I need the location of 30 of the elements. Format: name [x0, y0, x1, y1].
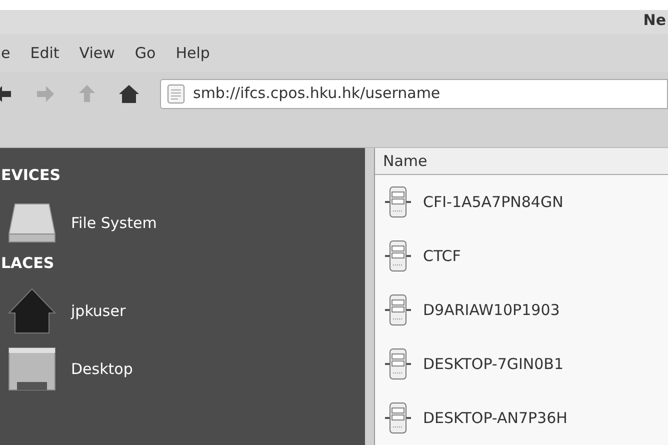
network-server-icon [383, 401, 413, 435]
document-icon [167, 84, 185, 104]
menu-item[interactable]: Help [176, 42, 210, 64]
hard-drive-icon [7, 202, 57, 244]
menu-item[interactable]: e [1, 42, 10, 64]
column-header[interactable]: Name [383, 150, 428, 172]
home-icon[interactable] [118, 82, 140, 104]
file-row[interactable]: CFI-1A5A7PN84GN [375, 175, 668, 229]
desktop-icon [7, 346, 57, 392]
menu-item[interactable]: View [79, 42, 115, 64]
location-field[interactable]: smb://ifcs.cpos.hku.hk/username [160, 78, 668, 108]
network-server-icon [383, 185, 413, 219]
pane-splitter[interactable] [365, 148, 375, 445]
network-server-icon [383, 239, 413, 273]
sidebar-item[interactable]: jpkuser [1, 282, 365, 340]
network-server-icon [383, 347, 413, 381]
window-title: Ne [643, 10, 666, 30]
house-icon [7, 287, 57, 335]
network-server-icon [383, 293, 413, 327]
file-row[interactable]: CTCF [375, 229, 668, 283]
file-row[interactable]: DESKTOP-AN7P36H [375, 391, 668, 445]
menu-item[interactable]: Go [134, 42, 156, 64]
menu-item[interactable]: Edit [30, 42, 60, 64]
sidebar-item[interactable]: Desktop [1, 340, 365, 398]
file-row[interactable]: DESKTOP-7GIN0B1 [375, 337, 668, 391]
location-text: smb://ifcs.cpos.hku.hk/username [193, 83, 440, 104]
file-row[interactable]: D9ARIAW10P1903 [375, 283, 668, 337]
section-heading: EVICES [1, 165, 62, 186]
section-heading: LACES [1, 253, 56, 274]
sidebar-item[interactable]: File System [1, 194, 365, 252]
